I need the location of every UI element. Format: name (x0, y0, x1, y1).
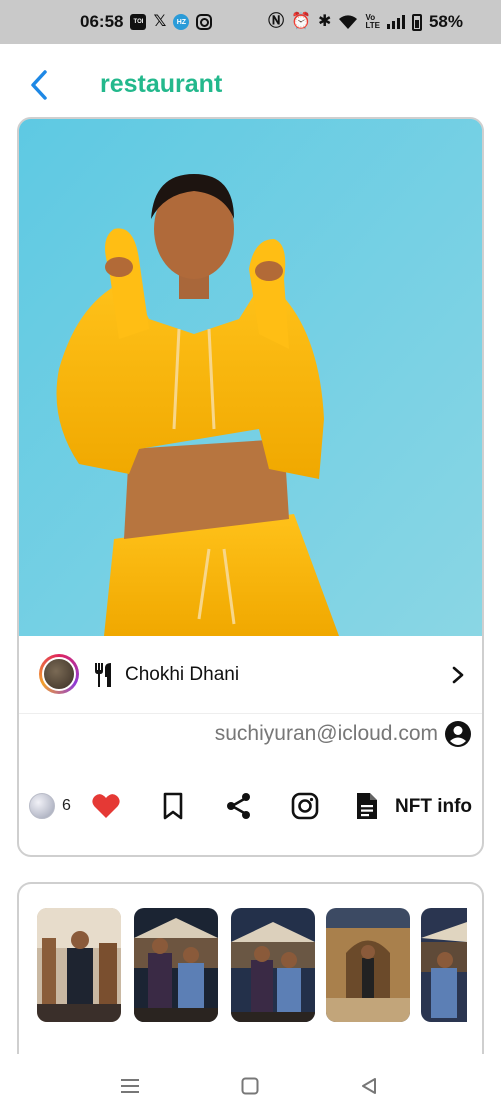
post-image[interactable] (19, 119, 482, 636)
page-title: restaurant (100, 70, 223, 98)
nft-info-button[interactable]: NFT info (395, 796, 472, 818)
status-right: Ⓝ ⏰ ✱ Vo LTE 58% (268, 12, 463, 32)
chevron-right-icon[interactable] (451, 665, 465, 685)
chevron-left-icon (31, 70, 47, 100)
wifi-icon (339, 15, 358, 29)
thumbnail-photo (326, 908, 410, 1022)
coin-count: 6 (62, 797, 71, 814)
toi-icon: TOI (130, 14, 147, 30)
status-time: 06:58 (80, 12, 124, 31)
status-bar: 06:58 TOI 𝕏 HZ Ⓝ ⏰ ✱ Vo LTE 58% (0, 0, 501, 44)
thumbnail-photo (134, 908, 218, 1022)
signal-icon (386, 15, 405, 29)
battery-percent: 58% (428, 12, 463, 31)
bookmark-icon[interactable] (161, 792, 185, 820)
gallery-card (17, 882, 484, 1082)
owner-row: suchiyuran@icloud.com (19, 716, 482, 756)
app-screen: 06:58 TOI 𝕏 HZ Ⓝ ⏰ ✱ Vo LTE 58% restaura… (0, 0, 501, 1117)
gallery-thumbnail[interactable] (326, 908, 410, 1022)
share-icon[interactable] (225, 792, 253, 820)
alarm-icon: ⏰ (291, 13, 312, 30)
system-nav-bar (0, 1054, 501, 1117)
gallery-thumbnail[interactable] (231, 908, 315, 1022)
back-nav-icon[interactable] (360, 1077, 378, 1095)
fork-knife-icon (95, 663, 111, 687)
restaurant-row[interactable]: Chokhi Dhani (19, 636, 482, 712)
divider (19, 713, 482, 714)
back-button[interactable] (26, 68, 52, 102)
volte-icon: Vo LTE (365, 13, 380, 30)
coin-icon (29, 793, 55, 819)
recent-apps-icon[interactable] (120, 1078, 140, 1094)
post-photo-illustration (19, 119, 482, 636)
instagram-status-icon (196, 14, 213, 30)
thumbnail-photo (37, 908, 121, 1022)
home-icon[interactable] (241, 1077, 259, 1095)
owner-email: suchiyuran@icloud.com (214, 722, 438, 745)
x-icon: 𝕏 (153, 13, 167, 30)
account-circle-icon[interactable] (444, 720, 472, 748)
nfc-icon: Ⓝ (268, 13, 285, 30)
thumbnail-photo (421, 908, 467, 1022)
battery-icon (411, 13, 422, 31)
heart-icon[interactable] (91, 791, 121, 821)
thumbnail-photo (231, 908, 315, 1022)
restaurant-name: Chokhi Dhani (125, 664, 240, 685)
app-header: restaurant (0, 44, 501, 126)
hz-icon: HZ (173, 14, 190, 30)
post-card: Chokhi Dhani suchiyuran@icloud.com 6 NFT… (17, 117, 484, 857)
actions-row: 6 NFT info (19, 787, 482, 827)
status-left: 06:58 TOI 𝕏 HZ (80, 12, 213, 32)
document-icon (357, 793, 377, 819)
gallery-thumbnail[interactable] (37, 908, 121, 1022)
gallery-thumbnail[interactable] (421, 908, 467, 1022)
instagram-icon[interactable] (291, 792, 319, 820)
restaurant-avatar (39, 654, 79, 694)
bluetooth-icon: ✱ (318, 13, 332, 30)
gallery-thumbnail[interactable] (134, 908, 218, 1022)
